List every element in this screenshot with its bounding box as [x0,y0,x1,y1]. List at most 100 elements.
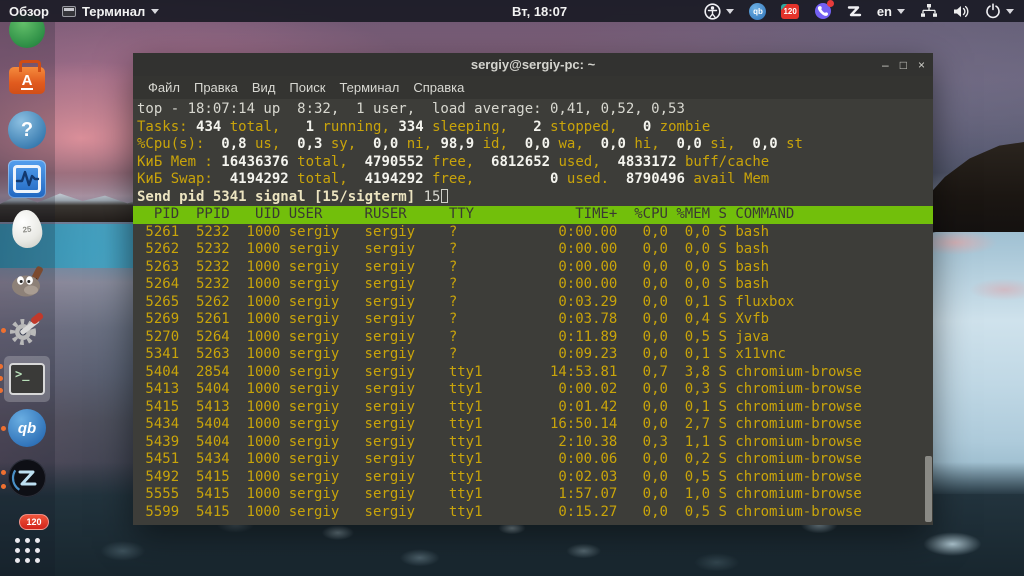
keyboard-layout-menu[interactable]: en [877,4,905,19]
cell-tty: ? [448,293,458,310]
cell-tty: tty1 [448,363,483,380]
cell-cpu: 0,0 [642,258,668,275]
cell-mem: 0,0 [684,258,711,275]
dock-item-software-store[interactable]: A [7,59,47,100]
cell-state: S [718,293,727,310]
cell-tty: tty1 [448,503,483,520]
cell-cpu: 0,7 [642,363,668,380]
power-icon [986,3,1000,19]
cell-time: 0:01.42 [558,398,618,415]
help-question-mark: ? [20,118,34,141]
iceberg-right [926,232,1024,494]
power-menu[interactable] [985,3,1014,19]
activities-button[interactable]: Обзор [9,4,49,19]
vnc-viewer-icon [8,459,46,497]
cell-user: sergiy [288,276,340,292]
signal-prompt-line: Send pid 5341 signal [15/sigterm] 15 [133,188,933,207]
system-tray: qb 120 en [704,0,1024,22]
cell-pid: 5341 [145,346,180,362]
cell-time: 0:03.78 [558,311,618,327]
cell-ruser: sergiy [364,486,416,502]
cell-ruser: sergiy [364,311,416,327]
cell-ppid: 5404 [195,416,230,432]
column-header: S [718,206,727,222]
table-row: 5492 5415 1000 sergiy sergiy tty1 0:02.03 0,0 0,… [133,469,933,487]
menu-item[interactable]: Вид [245,80,283,95]
cell-time: 0:00.06 [558,451,618,467]
dock-item-system-monitor[interactable] [7,159,47,199]
cell-state: S [718,311,727,327]
maximize-button[interactable]: □ [900,59,907,71]
terminal-content[interactable]: top - 18:07:14 up 8:32, 1 user, load ave… [133,99,933,525]
cell-cpu: 0,0 [642,311,668,327]
cell-mem: 0,1 [684,398,711,415]
cell-pid: 5263 [145,258,180,275]
viber-tray-icon[interactable] [814,0,834,20]
cell-uid: 1000 [246,258,281,275]
window-titlebar[interactable]: sergiy@sergiy-pc: ~ – □ × [133,53,933,76]
menu-item[interactable]: Файл [141,80,187,95]
cell-time: 16:50.14 [549,416,618,432]
app-menu-label: Терминал [82,3,146,19]
qbittorrent-tray-icon[interactable]: qb [749,2,767,20]
scrollbar-thumb[interactable] [925,456,932,522]
cell-time: 0:09.23 [558,346,618,362]
cell-cpu: 0,0 [642,346,668,362]
cell-ruser: sergiy [364,346,416,362]
dock-item-terminal[interactable]: >_ [0,356,50,402]
dock-item-gimp[interactable] [7,262,47,302]
column-header: RUSER [364,206,407,222]
cell-pid: 5439 [145,433,180,450]
cell-uid: 1000 [246,328,281,345]
cell-uid: 1000 [246,363,281,380]
running-indicator-dot [1,470,6,475]
cell-command: bash [735,241,770,257]
cell-time: 0:11.89 [558,328,618,345]
app-menu[interactable]: Терминал [62,3,160,19]
z-app-tray-icon[interactable] [847,4,862,19]
menu-item[interactable]: Правка [187,80,245,95]
network-icon[interactable] [920,3,938,19]
cell-pid: 5451 [145,451,180,467]
cell-uid: 1000 [246,293,281,310]
menu-item[interactable]: Справка [406,80,471,95]
chevron-down-icon [897,8,905,14]
dock-item-help[interactable]: ? [7,110,47,150]
accessibility-menu[interactable] [704,2,735,20]
menu-item[interactable]: Терминал [332,80,406,95]
cell-command: java [735,328,770,345]
cell-mem: 0,2 [684,451,711,467]
dock-item-egg-timer[interactable]: 25 [7,208,47,250]
close-button[interactable]: × [918,59,925,71]
accessibility-icon [704,2,722,20]
column-header: PID [153,206,180,222]
cell-ppid: 5232 [195,223,230,240]
cell-mem: 0,5 [684,328,711,345]
cell-ruser: sergiy [364,451,416,467]
cell-user: sergiy [288,258,340,275]
cell-command: Xvfb [735,311,770,327]
show-applications-button[interactable] [7,530,47,570]
cell-command: chromium-browse [735,381,862,397]
cell-mem: 2,7 [684,416,711,432]
cell-ppid: 5415 [195,468,230,485]
minimize-button[interactable]: – [882,59,889,71]
table-row: 5263 5232 1000 sergiy sergiy? 0:00.00 0,0 0,0 Sb… [133,259,933,277]
dock-item-vnc-viewer[interactable] [1,458,47,498]
cell-cpu: 0,0 [642,451,668,467]
clock[interactable]: Вт, 18:07 [512,0,567,22]
dock-item-system-tools[interactable] [1,310,47,350]
cell-pid: 5264 [145,276,180,292]
column-header: %MEM [676,206,711,222]
egg-timer-label: 25 [22,224,32,234]
cell-tty: ? [448,328,458,345]
volume-icon[interactable] [953,4,970,19]
cell-ruser: sergiy [364,276,416,292]
cell-state: S [718,363,727,380]
menu-item[interactable]: Поиск [282,80,332,95]
cell-tty: tty1 [448,381,483,397]
notification-tray-badge[interactable]: 120 [781,3,799,19]
cell-ppid: 5232 [195,241,230,257]
cell-pid: 5270 [145,328,180,345]
dock-item-qbittorrent[interactable]: qb [1,408,47,448]
